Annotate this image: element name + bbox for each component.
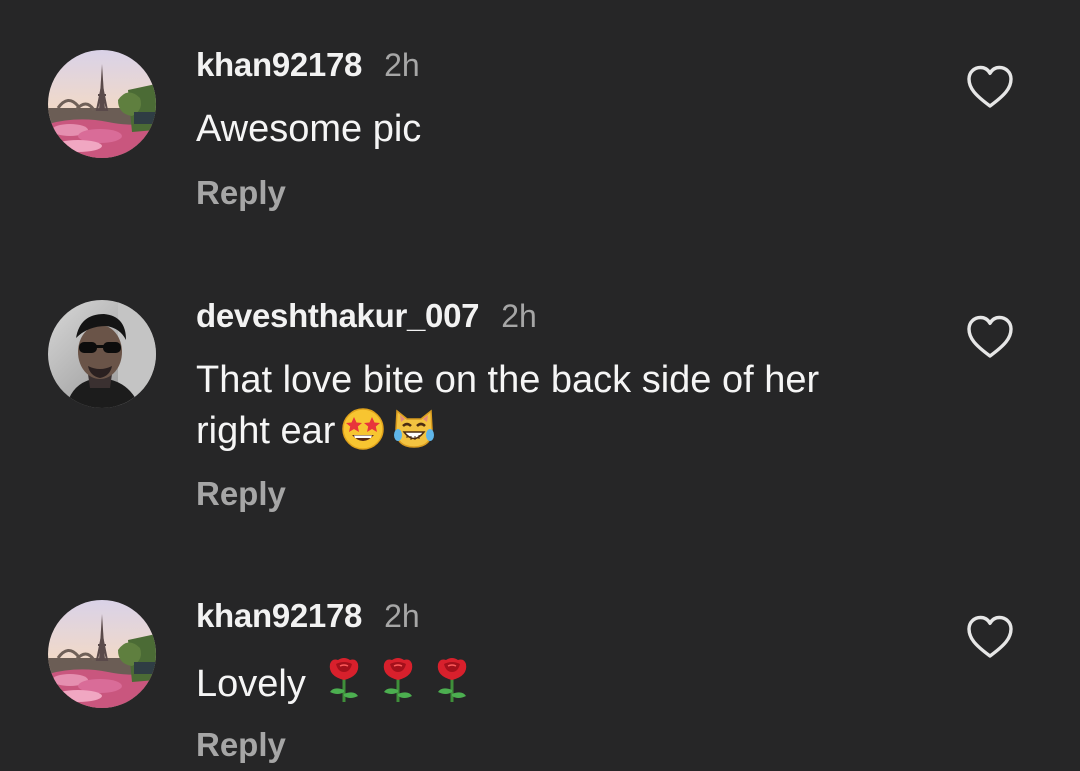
rose-emoji-icon	[432, 656, 472, 717]
star-struck-emoji-icon	[341, 407, 385, 464]
timestamp: 2h	[384, 47, 420, 83]
comment-text: Awesome pic	[196, 104, 916, 154]
man-sunglasses-photo-avatar-icon	[48, 300, 156, 408]
eiffel-tower-photo-avatar-icon	[48, 50, 156, 158]
avatar[interactable]	[48, 600, 156, 708]
like-button[interactable]	[965, 64, 1015, 110]
avatar[interactable]	[48, 300, 156, 408]
heart-outline-icon	[967, 65, 1013, 108]
reply-button[interactable]: Reply	[196, 726, 286, 764]
comment-text-line-2: right ear	[196, 405, 916, 464]
comment-text: That love bite on the back side of her r…	[196, 355, 916, 464]
rose-emoji-icon	[324, 656, 364, 717]
timestamp: 2h	[501, 298, 537, 334]
like-button[interactable]	[965, 314, 1015, 360]
comment-text-line: That love bite on the back side of her	[196, 359, 820, 401]
eiffel-tower-photo-avatar-icon	[48, 600, 156, 708]
heart-outline-icon	[967, 615, 1013, 658]
comment-text: Lovely	[196, 656, 916, 717]
comment-text-content: Lovely	[196, 663, 306, 705]
comment-header: khan92178 2h	[196, 597, 420, 637]
rose-emoji-icon	[378, 656, 418, 717]
reply-button[interactable]: Reply	[196, 174, 286, 212]
username[interactable]: khan92178	[196, 597, 362, 635]
comment-text-content: right ear	[196, 410, 336, 452]
cat-with-tears-of-joy-emoji-icon	[391, 405, 437, 464]
comment-header: khan92178 2h	[196, 46, 420, 86]
avatar[interactable]	[48, 50, 156, 158]
like-button[interactable]	[965, 614, 1015, 660]
comments-list: khan92178 2h Awesome pic Reply deveshtha…	[0, 0, 1080, 771]
comment-text-content: Awesome pic	[196, 108, 422, 150]
reply-button[interactable]: Reply	[196, 475, 286, 513]
heart-outline-icon	[967, 315, 1013, 358]
username[interactable]: khan92178	[196, 46, 362, 84]
comment-header: deveshthakur_007 2h	[196, 297, 537, 337]
timestamp: 2h	[384, 598, 420, 634]
username[interactable]: deveshthakur_007	[196, 297, 480, 335]
